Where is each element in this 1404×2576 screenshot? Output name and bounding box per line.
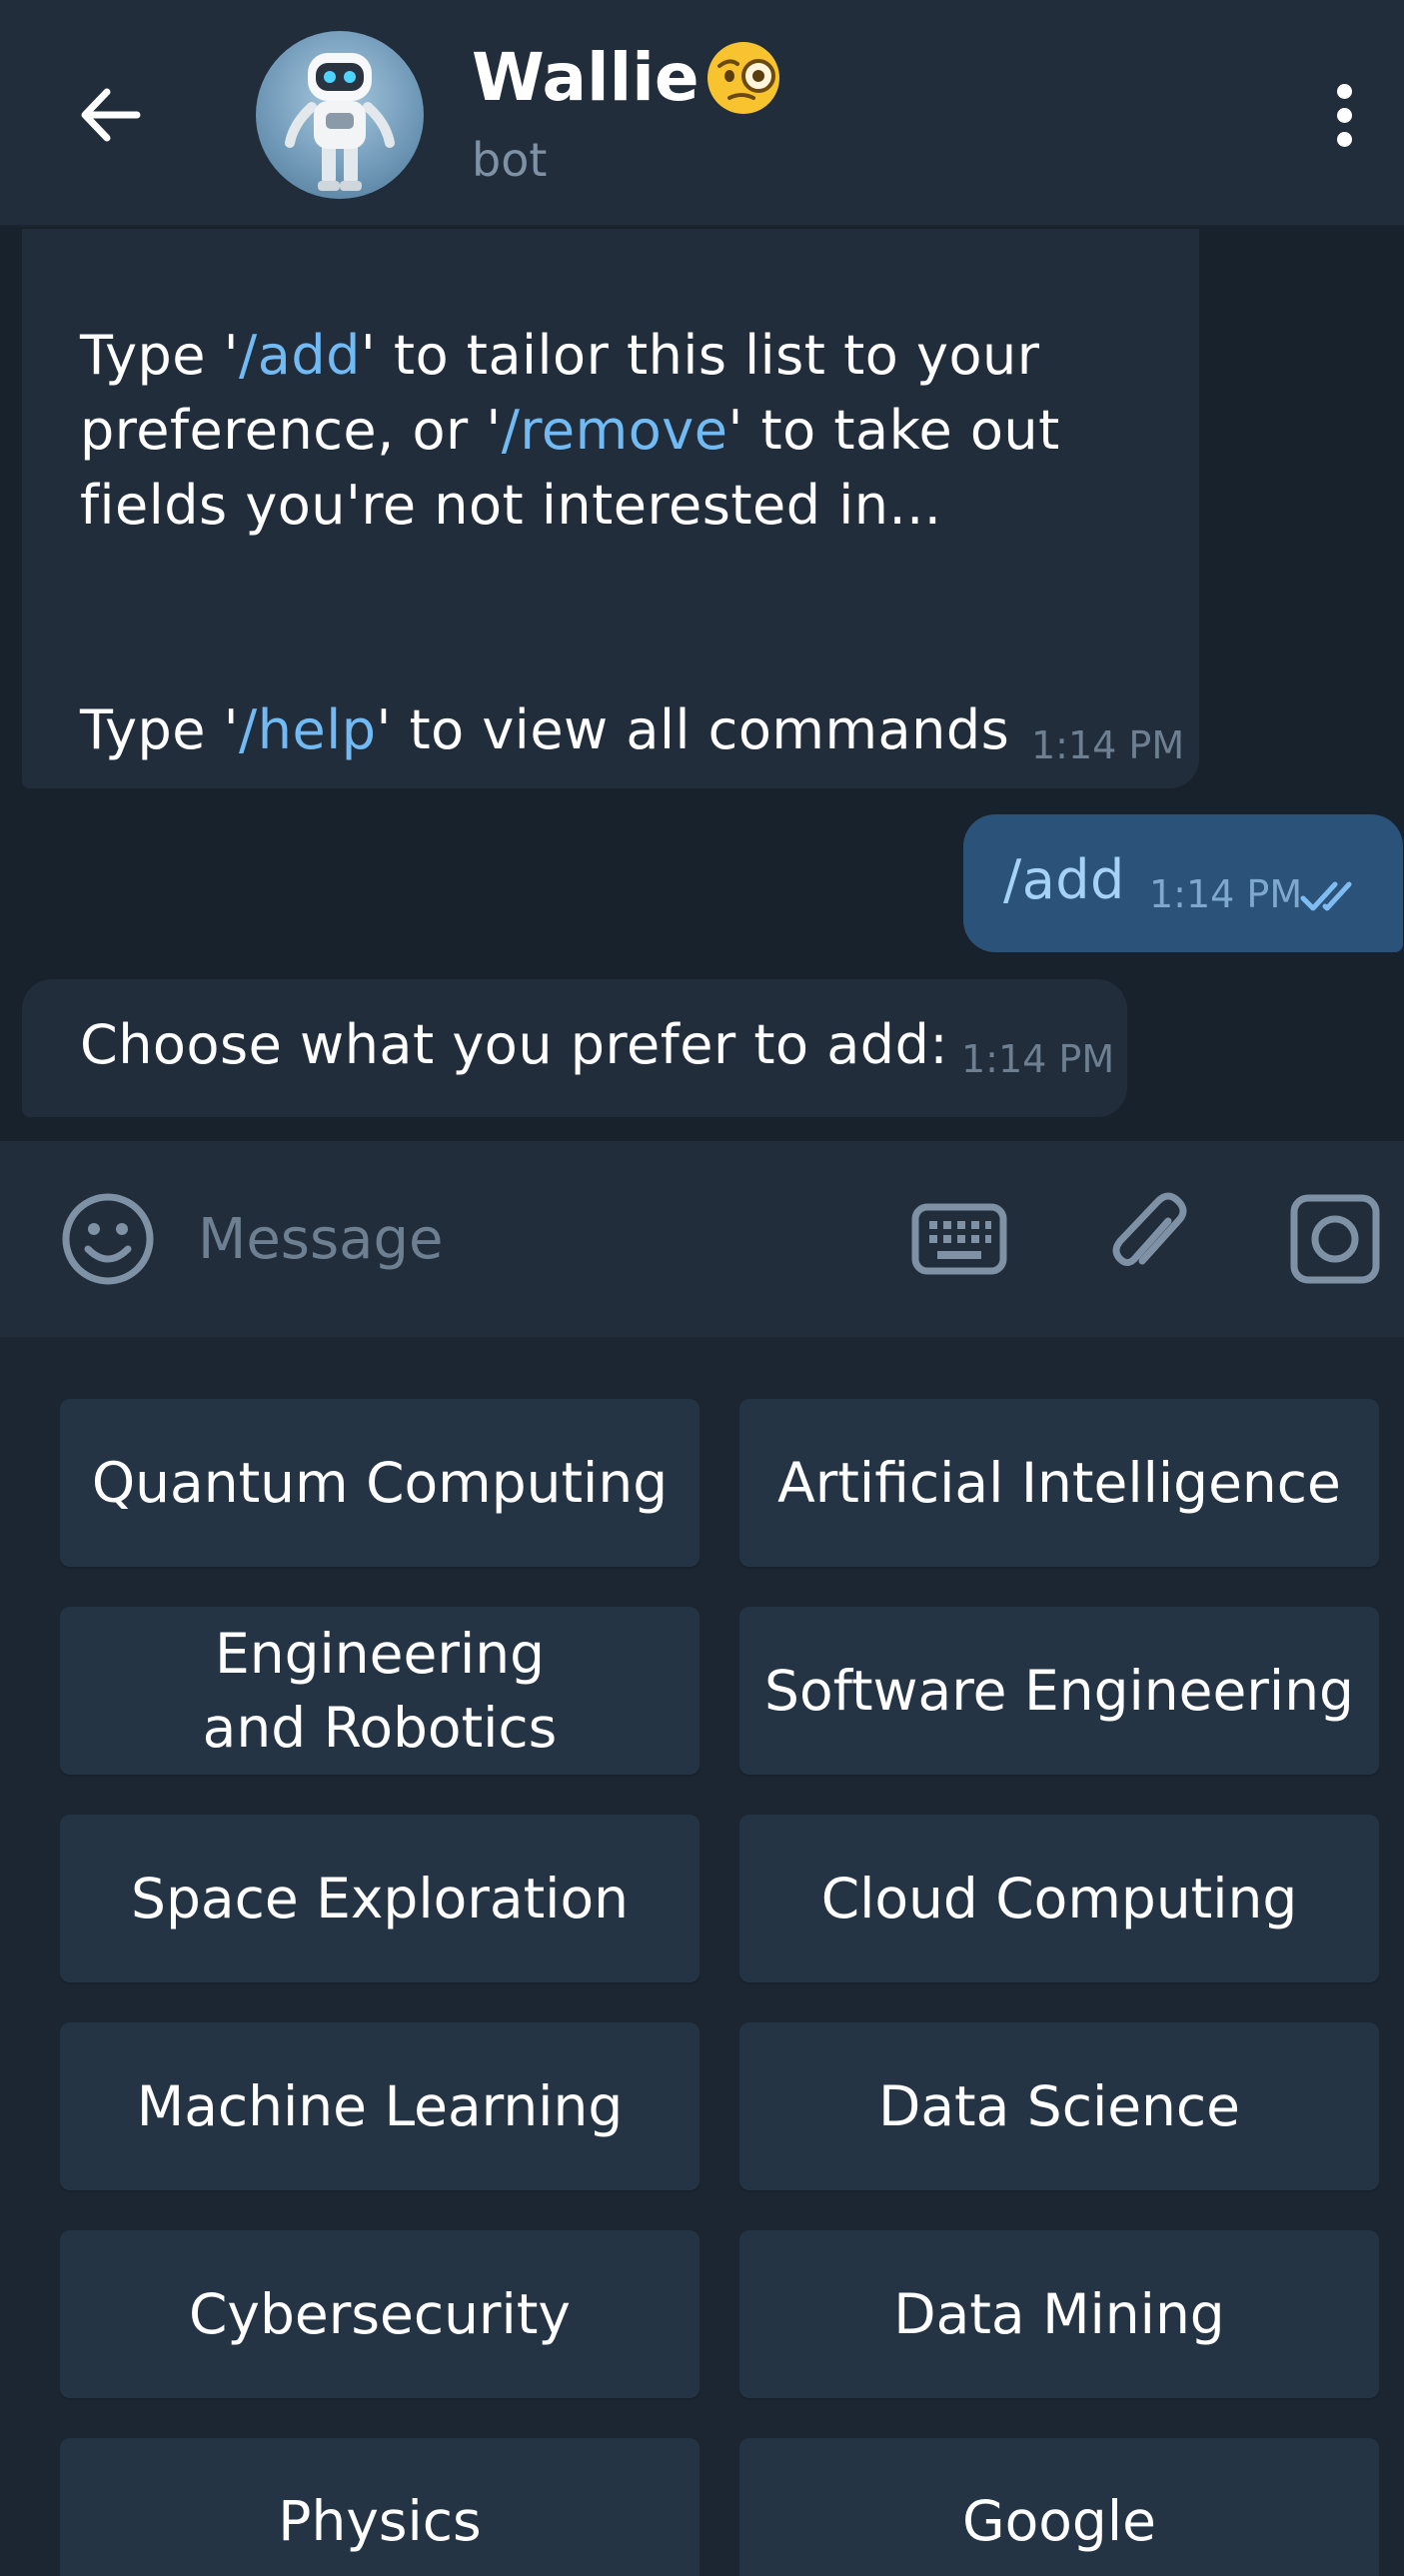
back-button[interactable] xyxy=(60,65,160,165)
keyboard-button-cloud-computing[interactable]: Cloud Computing xyxy=(739,1815,1379,1982)
text-span: Type ' xyxy=(80,324,240,387)
keyboard-button-cybersecurity[interactable]: Cybersecurity xyxy=(60,2230,700,2398)
bot-keyboard-toggle-button[interactable] xyxy=(901,1187,1017,1291)
keyboard-button-quantum-computing[interactable]: Quantum Computing xyxy=(60,1399,700,1567)
keyboard-button-google[interactable]: Google xyxy=(739,2438,1379,2576)
chat-header: Wallie bot xyxy=(0,0,1404,227)
message-time: 1:14 PM xyxy=(961,1037,1115,1081)
message-bubble-incoming[interactable]: Choose what you prefer to add: 1:14 PM xyxy=(22,979,1127,1117)
keyboard-button-artificial-intelligence[interactable]: Artificial Intelligence xyxy=(739,1399,1379,1567)
more-options-button[interactable] xyxy=(1299,65,1389,165)
dot-icon xyxy=(1336,131,1352,147)
keyboard-button-software-engineering[interactable]: Software Engineering xyxy=(739,1607,1379,1775)
message-bubble-incoming[interactable]: Type '/add' to tailor this list to your … xyxy=(22,229,1199,788)
text-span: ' to take out xyxy=(727,399,1060,462)
emoji-button[interactable] xyxy=(50,1187,166,1291)
chat-subtitle: bot xyxy=(472,133,548,187)
keyboard-button-physics[interactable]: Physics xyxy=(60,2438,700,2576)
message-input[interactable] xyxy=(196,1191,875,1287)
message-bubble-outgoing[interactable]: /add 1:14 PM xyxy=(963,814,1403,952)
keyboard-button-engineering-and-robotics[interactable]: Engineering and Robotics xyxy=(60,1607,700,1775)
message-time: 1:14 PM xyxy=(1031,723,1185,767)
message-text: Choose what you prefer to add: xyxy=(80,1013,949,1076)
camera-button[interactable] xyxy=(1285,1187,1385,1291)
command-link-add[interactable]: /add xyxy=(239,324,361,387)
attach-button[interactable] xyxy=(1099,1187,1203,1291)
dot-icon xyxy=(1336,107,1352,123)
command-link-remove[interactable]: /remove xyxy=(502,399,728,462)
double-check-read-icon xyxy=(1300,881,1352,911)
text-span: Type ' xyxy=(80,698,240,761)
arrow-left-icon xyxy=(81,88,141,142)
keyboard-button-data-mining[interactable]: Data Mining xyxy=(739,2230,1379,2398)
text-span: ' to tailor this list to your xyxy=(360,324,1040,387)
text-span: preference, or ' xyxy=(80,399,502,462)
command-link-help[interactable]: /help xyxy=(239,698,376,761)
paperclip-icon xyxy=(1112,1192,1187,1266)
chat-title-text: Wallie xyxy=(472,39,700,116)
message-text: /add xyxy=(1003,848,1125,911)
keyboard-button-space-exploration[interactable]: Space Exploration xyxy=(60,1815,700,1982)
monocle-face-emoji-icon xyxy=(706,42,779,114)
message-time: 1:14 PM xyxy=(1149,872,1303,916)
chat-title[interactable]: Wallie xyxy=(472,36,785,120)
message-list[interactable]: Type '/add' to tailor this list to your … xyxy=(0,229,1404,1141)
bot-reply-keyboard: Quantum Computing Artificial Intelligenc… xyxy=(0,1337,1404,2576)
keyboard-icon xyxy=(911,1203,1007,1275)
message-text: Type '/add' to tailor this list to your … xyxy=(80,243,1179,767)
camera-icon xyxy=(1290,1194,1380,1284)
smiley-icon xyxy=(62,1193,154,1285)
keyboard-button-machine-learning[interactable]: Machine Learning xyxy=(60,2022,700,2190)
text-span: ' to view all commands xyxy=(376,698,1010,761)
robot-avatar-icon xyxy=(285,53,395,191)
text-line: fields you're not interested in... xyxy=(80,474,942,537)
dot-icon xyxy=(1336,83,1352,99)
avatar[interactable] xyxy=(256,31,424,199)
keyboard-button-data-science[interactable]: Data Science xyxy=(739,2022,1379,2190)
message-composer xyxy=(0,1141,1404,1337)
